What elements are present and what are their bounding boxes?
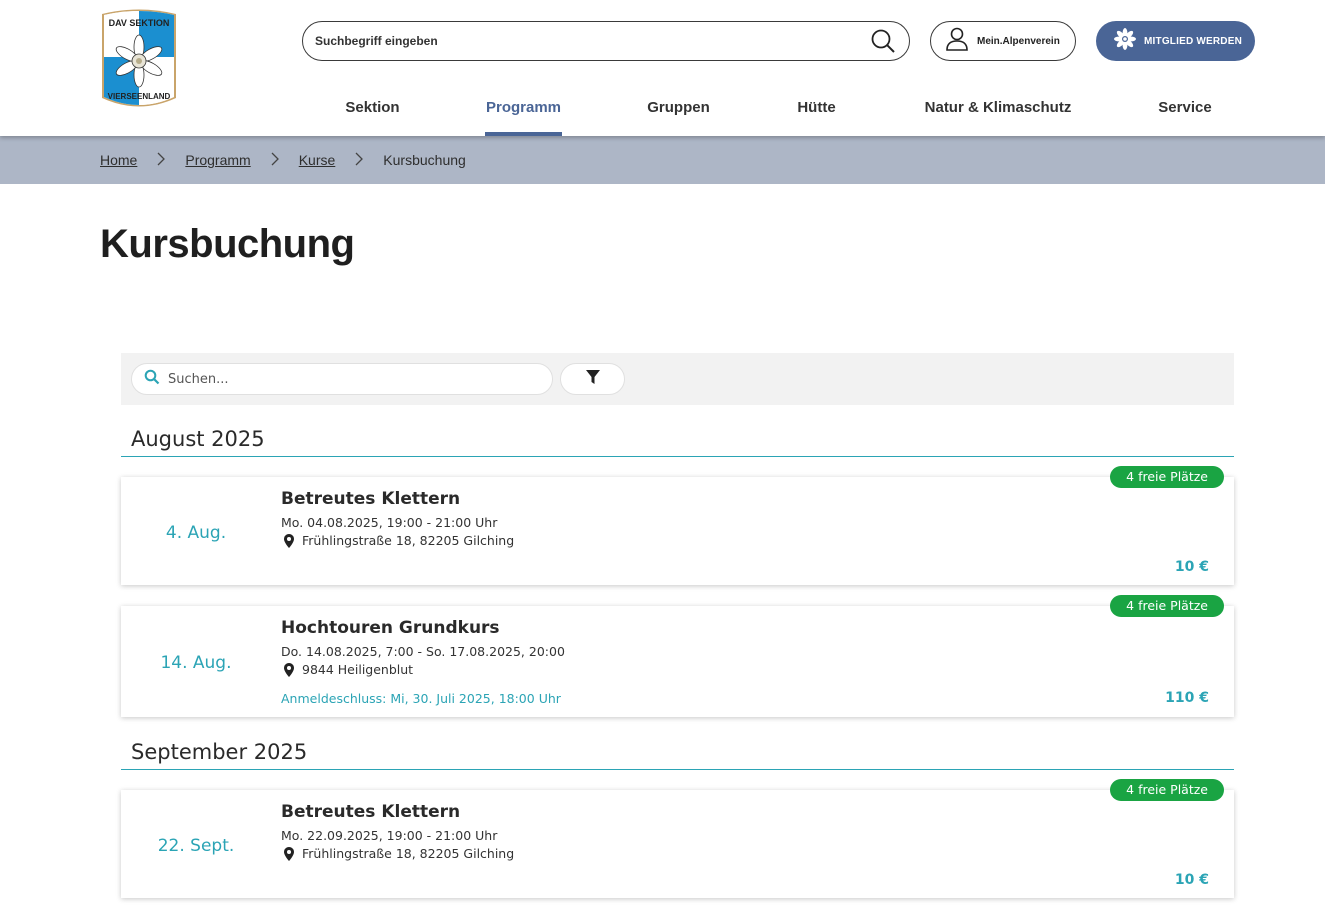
registration-deadline: Anmeldeschluss: Mi, 30. Juli 2025, 18:00… [281,691,561,706]
site-search-input[interactable]: Suchbegriff eingeben [302,21,910,61]
course-location: Frühlingstraße 18, 82205 Gilching [281,846,514,861]
course-search-field[interactable] [131,363,553,395]
breadcrumb-current: Kursbuchung [383,152,466,168]
free-spots-badge: 4 freie Plätze [1110,595,1224,617]
course-price: 10 € [1174,872,1209,888]
course-time: Do. 14.08.2025, 7:00 - So. 17.08.2025, 2… [281,644,565,659]
course-title[interactable]: Hochtouren Grundkurs [281,618,500,638]
logo-bottom-text: VIERSEENLAND [108,92,171,101]
nav-item-service[interactable]: Service [1158,88,1212,136]
breadcrumb-home[interactable]: Home [100,152,137,168]
become-member-button[interactable]: MITGLIED WERDEN [1096,21,1255,61]
become-member-label: MITGLIED WERDEN [1144,35,1242,47]
course-location: 9844 Heiligenblut [281,662,413,677]
chevron-right-icon [251,152,299,169]
map-pin-icon [284,846,294,861]
course-time: Mo. 04.08.2025, 19:00 - 21:00 Uhr [281,515,498,530]
login-label: Mein.Alpenverein [977,35,1060,47]
map-pin-icon [284,662,294,677]
nav-item-programm[interactable]: Programm [485,88,562,136]
logo-top-text: DAV SEKTION [109,18,170,28]
course-title[interactable]: Betreutes Klettern [281,489,460,509]
filter-bar [121,353,1234,405]
site-search-placeholder: Suchbegriff eingeben [315,34,438,48]
breadcrumb-programm[interactable]: Programm [185,152,250,168]
course-date: 22. Sept. [157,836,235,856]
funnel-icon [585,369,601,390]
chevron-right-icon [137,152,185,169]
edelweiss-icon [1114,27,1136,55]
course-title[interactable]: Betreutes Klettern [281,802,460,822]
login-button[interactable]: Mein.Alpenverein [930,21,1076,61]
search-icon[interactable] [869,27,897,55]
page-title: Kursbuchung [100,222,355,266]
nav-item-natur-klimaschutz[interactable]: Natur & Klimaschutz [922,88,1074,136]
free-spots-badge: 4 freie Plätze [1110,466,1224,488]
chevron-right-icon [335,152,383,169]
dav-logo[interactable]: DAV SEKTION VIERSEENLAND [100,9,178,109]
course-price: 110 € [1165,690,1209,706]
course-search-input[interactable] [168,371,528,387]
course-date: 4. Aug. [165,523,227,543]
course-location: Frühlingstraße 18, 82205 Gilching [281,533,514,548]
course-location-text: 9844 Heiligenblut [302,662,414,677]
search-icon [144,369,160,390]
breadcrumb: Home Programm Kurse Kursbuchung [100,136,466,184]
site-header: DAV SEKTION VIERSEENLAND Suchbegriff ein… [0,0,1325,136]
course-card[interactable]: 4. Aug. Betreutes Klettern Mo. 04.08.202… [121,466,1234,585]
course-location-text: Frühlingstraße 18, 82205 Gilching [302,846,515,861]
map-pin-icon [284,533,294,548]
filter-button[interactable] [560,363,625,395]
month-heading: September 2025 [121,737,1234,770]
course-date: 14. Aug. [160,653,232,673]
free-spots-badge: 4 freie Plätze [1110,779,1224,801]
breadcrumb-bar: Home Programm Kurse Kursbuchung [0,136,1325,184]
month-heading: August 2025 [121,424,1234,457]
user-icon [945,26,969,57]
course-card[interactable]: 22. Sept. Betreutes Klettern Mo. 22.09.2… [121,779,1234,898]
course-card[interactable]: 14. Aug. Hochtouren Grundkurs Do. 14.08.… [121,595,1234,717]
course-location-text: Frühlingstraße 18, 82205 Gilching [302,533,515,548]
breadcrumb-kurse[interactable]: Kurse [299,152,336,168]
nav-item-gruppen[interactable]: Gruppen [647,88,710,136]
course-price: 10 € [1174,559,1209,575]
main-navigation: Sektion Programm Gruppen Hütte Natur & K… [300,88,1260,136]
nav-item-sektion[interactable]: Sektion [345,88,400,136]
course-time: Mo. 22.09.2025, 19:00 - 21:00 Uhr [281,828,498,843]
nav-item-huette[interactable]: Hütte [796,88,837,136]
